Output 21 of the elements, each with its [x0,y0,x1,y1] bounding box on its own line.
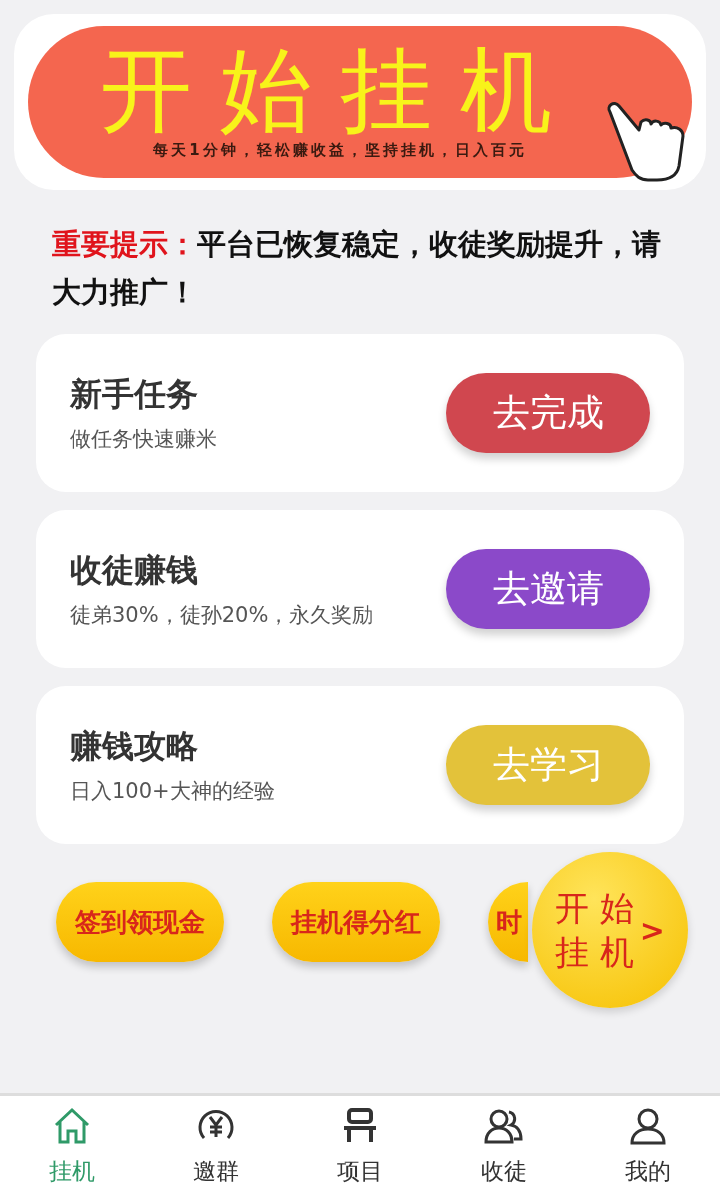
task-subtitle: 徒弟30%，徒孙20%，永久奖励 [70,602,374,629]
task-title: 新手任务 [70,374,199,415]
task-button[interactable]: 去邀请 [446,549,650,629]
user-icon [628,1106,668,1146]
tab[interactable]: 收徒 [432,1096,576,1196]
tab[interactable]: 项目 [288,1096,432,1196]
task-subtitle: 做任务快速赚米 [70,426,217,453]
tab[interactable]: 挂机 [0,1096,144,1196]
quick-button[interactable]: 时 [488,882,528,962]
quick-button[interactable]: 签到领现金 [56,882,224,962]
task-title: 赚钱攻略 [70,726,199,767]
task-subtitle: 日入100+大神的经验 [70,778,275,805]
tab[interactable]: 邀群 [144,1096,288,1196]
task-button[interactable]: 去完成 [446,373,650,453]
banner-title: 开始挂机 [100,44,580,137]
quick-button[interactable]: 挂机得分红 [272,882,440,962]
notice-text: 重要提示：平台已恢复稳定，收徒奖励提升，请大力推广！ [52,226,662,311]
tab[interactable]: 我的 [576,1096,720,1196]
home-icon [52,1106,92,1146]
banner-subtitle: 每天1分钟，轻松赚收益，坚持挂机，日入百元 [153,140,527,160]
task-title: 收徒赚钱 [70,550,199,591]
